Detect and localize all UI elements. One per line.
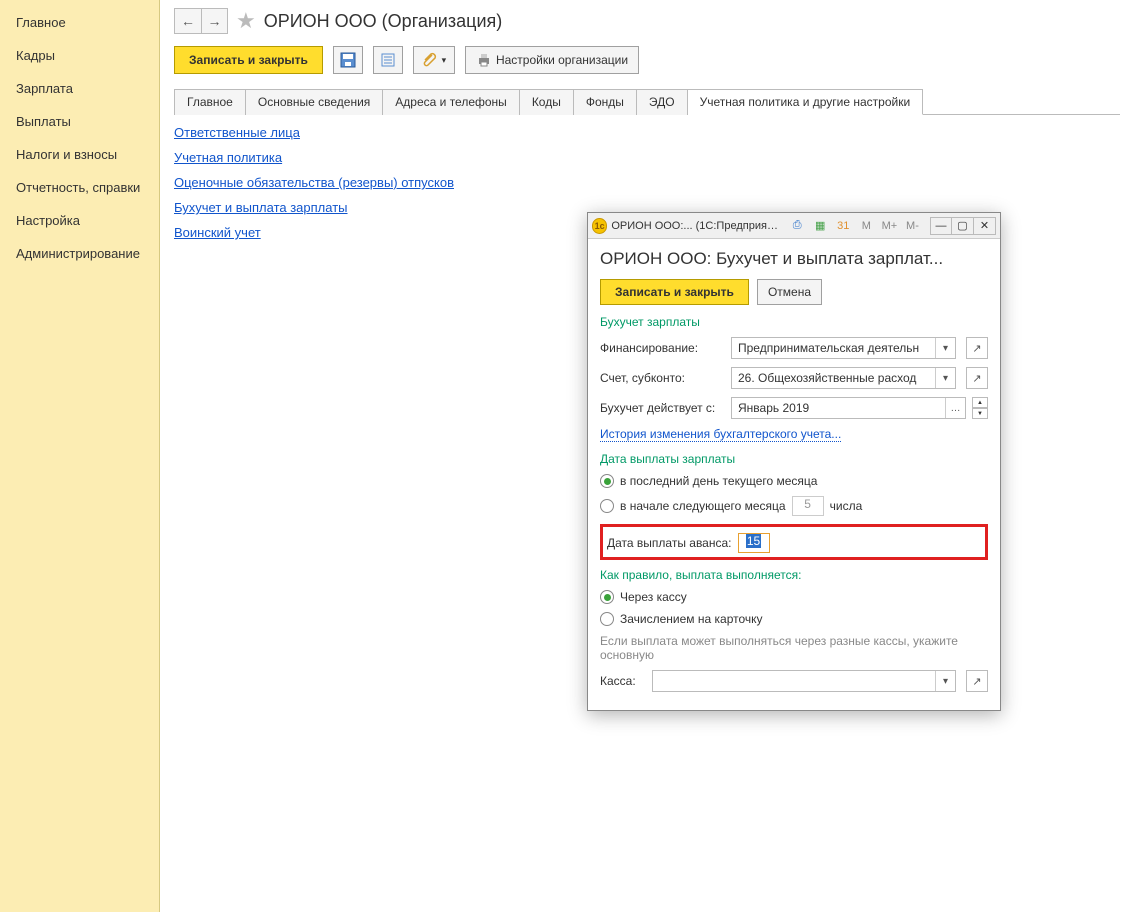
kassa-label: Касса:	[600, 674, 646, 688]
titlebar: ← → ★ ОРИОН ООО (Организация)	[174, 8, 1120, 34]
save-button[interactable]	[333, 46, 363, 74]
advance-day-input[interactable]: 15	[738, 533, 770, 553]
next-start-day-input[interactable]: 5	[792, 496, 824, 516]
window-maximize-button[interactable]: ▢	[952, 217, 974, 235]
window-close-button[interactable]: ✕	[974, 217, 996, 235]
kassa-hint: Если выплата может выполняться через раз…	[600, 634, 988, 662]
financing-field[interactable]: Предпринимательская деятельн ▾	[731, 337, 956, 359]
group-accounting-title: Бухучет зарплаты	[600, 315, 988, 329]
toolbar-m-button[interactable]: M	[857, 216, 876, 236]
sidebar-item-kadry[interactable]: Кадры	[0, 39, 159, 72]
tab-main[interactable]: Главное	[174, 89, 246, 115]
nav-back-button[interactable]: ←	[175, 9, 201, 33]
financing-dropdown-icon[interactable]: ▾	[935, 338, 955, 358]
valid-from-field[interactable]: Январь 2019 …	[731, 397, 966, 419]
dialog-heading: ОРИОН ООО: Бухучет и выплата зарплат...	[600, 249, 988, 269]
tab-kody[interactable]: Коды	[520, 89, 574, 115]
group-paydate-title: Дата выплаты зарплаты	[600, 452, 988, 466]
kassa-field[interactable]: ▾	[652, 670, 956, 692]
radio-cash[interactable]	[600, 590, 614, 604]
save-and-close-button[interactable]: Записать и закрыть	[174, 46, 323, 74]
toolbar-print-icon[interactable]: ⎙	[788, 216, 807, 236]
org-settings-label: Настройки организации	[496, 53, 628, 67]
favorite-star-icon[interactable]: ★	[236, 8, 256, 34]
financing-value: Предпринимательская деятельн	[732, 341, 935, 355]
advance-highlight: Дата выплаты аванса: 15	[600, 524, 988, 560]
tabs: Главное Основные сведения Адреса и телеф…	[174, 88, 1120, 115]
clip-icon	[422, 52, 438, 68]
window-minimize-button[interactable]: —	[930, 217, 952, 235]
sidebar-item-otchetnost[interactable]: Отчетность, справки	[0, 171, 159, 204]
account-open-button[interactable]: ↗	[966, 367, 988, 389]
page-title: ОРИОН ООО (Организация)	[264, 11, 503, 32]
toolbar-mplus-button[interactable]: M+	[880, 216, 899, 236]
nav-forward-button[interactable]: →	[201, 9, 227, 33]
account-label: Счет, субконто:	[600, 371, 725, 385]
sidebar-item-nalogi[interactable]: Налоги и взносы	[0, 138, 159, 171]
tab-fondy[interactable]: Фонды	[574, 89, 637, 115]
radio-last-day[interactable]	[600, 474, 614, 488]
list-button[interactable]	[373, 46, 403, 74]
dialog-save-close-button[interactable]: Записать и закрыть	[600, 279, 749, 305]
link-otvetstvennye[interactable]: Ответственные лица	[174, 125, 1120, 140]
attach-button[interactable]: ▾	[413, 46, 455, 74]
history-link[interactable]: История изменения бухгалтерского учета..…	[600, 427, 841, 442]
sidebar-item-vyplaty[interactable]: Выплаты	[0, 105, 159, 138]
list-icon	[380, 52, 396, 68]
toolbar-calc-icon[interactable]: ▦	[811, 216, 830, 236]
sidebar-item-nastroyka[interactable]: Настройка	[0, 204, 159, 237]
valid-from-spin-up[interactable]: ▲	[972, 397, 988, 408]
sidebar-item-admin[interactable]: Администрирование	[0, 237, 159, 270]
radio-card[interactable]	[600, 612, 614, 626]
sidebar-item-main[interactable]: Главное	[0, 6, 159, 39]
tab-osnovnye[interactable]: Основные сведения	[246, 89, 383, 115]
valid-from-value: Январь 2019	[732, 401, 945, 415]
print-icon	[476, 52, 492, 68]
tab-edo[interactable]: ЭДО	[637, 89, 688, 115]
next-start-suffix: числа	[830, 499, 863, 513]
kassa-dropdown-icon[interactable]: ▾	[935, 671, 955, 691]
account-field[interactable]: 26. Общехозяйственные расход ▾	[731, 367, 956, 389]
toolbar-calendar-icon[interactable]: 31	[834, 216, 853, 236]
dialog-titlebar: 1c ОРИОН ООО:... (1С:Предприятие) ⎙ ▦ 31…	[588, 213, 1000, 239]
kassa-open-button[interactable]: ↗	[966, 670, 988, 692]
financing-label: Финансирование:	[600, 341, 725, 355]
radio-next-start-label: в начале следующего месяца	[620, 499, 786, 513]
tab-uchetnaya[interactable]: Учетная политика и другие настройки	[688, 89, 924, 115]
group-method-title: Как правило, выплата выполняется:	[600, 568, 988, 582]
tab-adresa[interactable]: Адреса и телефоны	[383, 89, 520, 115]
toolbar-mminus-button[interactable]: M-	[903, 216, 922, 236]
account-dropdown-icon[interactable]: ▾	[935, 368, 955, 388]
floppy-icon	[340, 52, 356, 68]
advance-label: Дата выплаты аванса:	[607, 536, 732, 550]
dialog-body: ОРИОН ООО: Бухучет и выплата зарплат... …	[588, 239, 1000, 710]
radio-next-start[interactable]	[600, 499, 614, 513]
financing-open-button[interactable]: ↗	[966, 337, 988, 359]
valid-from-picker-icon[interactable]: …	[945, 398, 965, 418]
link-ocenochnye[interactable]: Оценочные обязательства (резервы) отпуск…	[174, 175, 1120, 190]
radio-cash-label: Через кассу	[620, 590, 687, 604]
radio-card-label: Зачислением на карточку	[620, 612, 763, 626]
org-settings-button[interactable]: Настройки организации	[465, 46, 639, 74]
main-toolbar: Записать и закрыть ▾ Настройки организац…	[174, 46, 1120, 74]
dialog-window-title: ОРИОН ООО:... (1С:Предприятие)	[611, 220, 779, 232]
dialog-buhuchet: 1c ОРИОН ООО:... (1С:Предприятие) ⎙ ▦ 31…	[587, 212, 1001, 711]
app-1c-icon: 1c	[592, 218, 607, 234]
dialog-cancel-button[interactable]: Отмена	[757, 279, 822, 305]
sidebar: Главное Кадры Зарплата Выплаты Налоги и …	[0, 0, 160, 912]
valid-from-label: Бухучет действует с:	[600, 401, 725, 415]
valid-from-spin-down[interactable]: ▼	[972, 408, 988, 419]
link-uchetnaya[interactable]: Учетная политика	[174, 150, 1120, 165]
sidebar-item-zarplata[interactable]: Зарплата	[0, 72, 159, 105]
account-value: 26. Общехозяйственные расход	[732, 371, 935, 385]
radio-last-day-label: в последний день текущего месяца	[620, 474, 817, 488]
